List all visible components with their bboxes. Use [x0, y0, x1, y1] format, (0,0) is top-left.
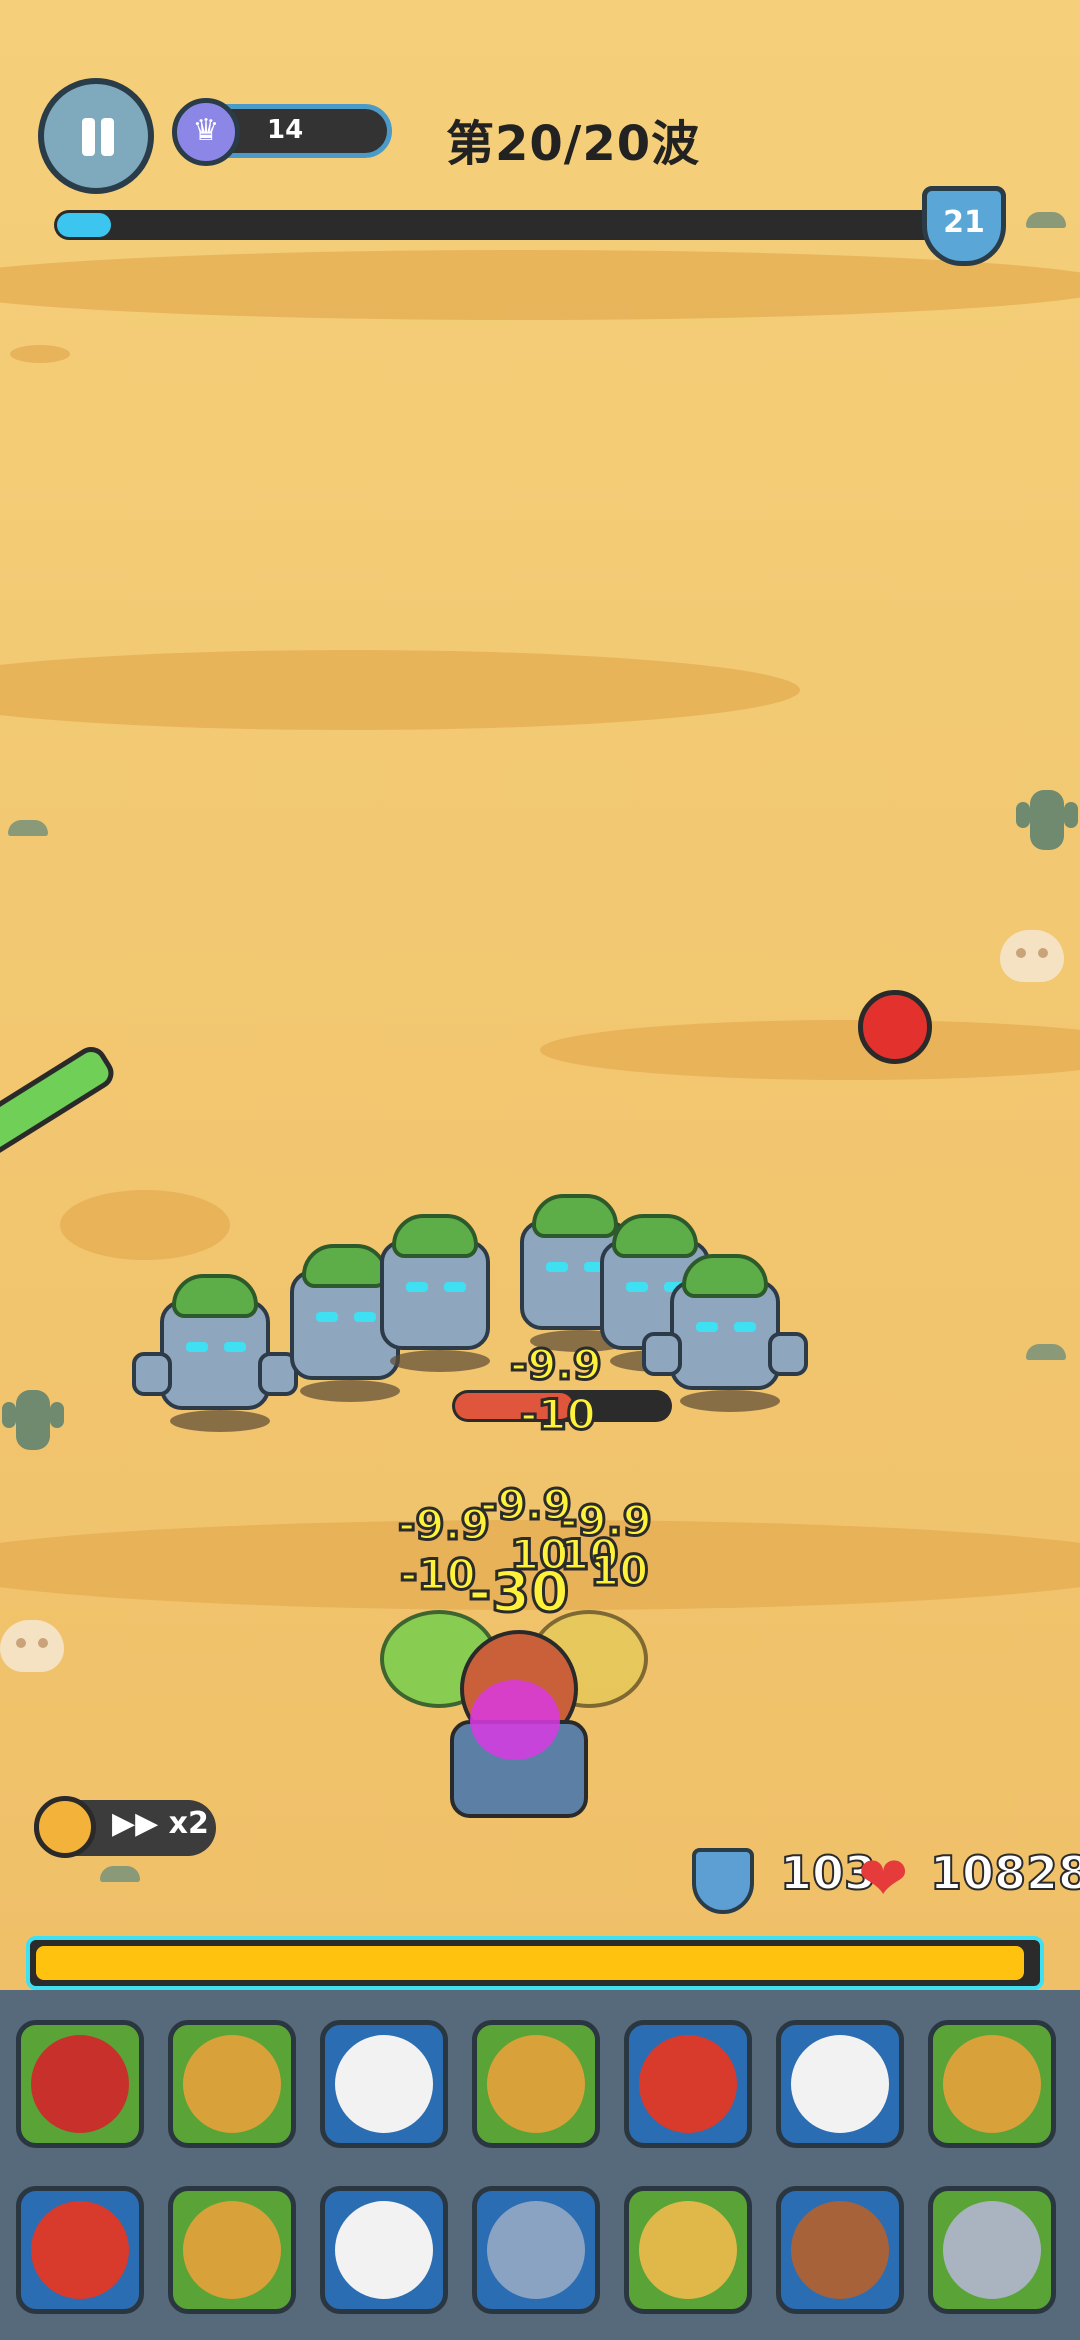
dune [10, 345, 70, 363]
damage-number: -10 [399, 1549, 478, 1601]
inventory-slot[interactable] [928, 2186, 1056, 2314]
hero-character [380, 1600, 648, 1820]
pause-button[interactable] [38, 78, 154, 194]
level-number: 21 [943, 205, 985, 240]
shield-icon [692, 1848, 754, 1914]
wave-progress-fill [57, 213, 111, 237]
dune [540, 1020, 1080, 1080]
level-badge: 21 [922, 186, 1006, 266]
inventory-slot[interactable] [16, 2020, 144, 2148]
inventory-slot[interactable] [776, 2186, 904, 2314]
speed-label: x2 [168, 1806, 209, 1841]
damage-number: -9.9 [479, 1479, 574, 1531]
potion-icon [31, 2035, 129, 2133]
inventory-slot[interactable] [320, 2020, 448, 2148]
robe-icon [31, 2201, 129, 2299]
heart-icon: ❤ [858, 1844, 909, 1914]
inventory-slot[interactable] [624, 2020, 752, 2148]
fast-forward-icon: ▶▶ [112, 1806, 159, 1841]
inventory-slot[interactable] [320, 2186, 448, 2314]
damage-number: -9.9 [509, 1339, 604, 1391]
inventory-slot[interactable] [168, 2020, 296, 2148]
inventory-slot[interactable] [168, 2186, 296, 2314]
shrub [1026, 212, 1066, 228]
dune [0, 250, 1080, 320]
cactus [2, 1390, 64, 1450]
wave-label: 第20/20波 [446, 116, 701, 172]
rock-golem-enemy [642, 1240, 808, 1412]
equipment-inventory [0, 1990, 1080, 2340]
inventory-slot[interactable] [16, 2186, 144, 2314]
shrub [1026, 1344, 1066, 1360]
round-shield-icon [335, 2035, 433, 2133]
experience-fill [36, 1946, 1025, 1980]
ring-icon [639, 2201, 737, 2299]
gold-armor-icon [487, 2035, 585, 2133]
inventory-slot[interactable] [624, 2186, 752, 2314]
inventory-slot[interactable] [776, 2020, 904, 2148]
inventory-slot[interactable] [472, 2186, 600, 2314]
damage-number: -10 [519, 1389, 598, 1441]
inventory-slot[interactable] [928, 2020, 1056, 2148]
silver-ring-icon [943, 2201, 1041, 2299]
skull [1000, 930, 1064, 982]
cactus [1016, 790, 1078, 850]
crown-icon: ♛ [172, 98, 240, 166]
wooden-shield-icon [791, 2201, 889, 2299]
skull [0, 1620, 64, 1672]
steel-shield-icon [487, 2201, 585, 2299]
gold-armor-icon [183, 2035, 281, 2133]
damage-number: -9.9 [397, 1499, 492, 1551]
rock-golem-enemy [132, 1260, 298, 1432]
shrub [8, 820, 48, 836]
damage-number: 10 [588, 1545, 649, 1597]
red-potion-pickup[interactable] [858, 990, 932, 1064]
rock-golem-enemy [360, 1200, 510, 1372]
round-shield-icon [335, 2201, 433, 2299]
health-value: 10828 [929, 1845, 1080, 1901]
experience-bar [26, 1936, 1044, 1990]
robe-icon [639, 2035, 737, 2133]
clock-icon [34, 1796, 96, 1858]
inventory-slot[interactable] [472, 2020, 600, 2148]
gold-armor-icon [943, 2035, 1041, 2133]
wave-progress-bar [54, 210, 954, 240]
dune [60, 1190, 230, 1260]
round-shield-icon [791, 2035, 889, 2133]
dune [0, 650, 800, 730]
crown-count: 14 [267, 115, 304, 145]
speed-label-wrap: ▶▶ x2 [112, 1806, 209, 1841]
shrub [100, 1866, 140, 1882]
gold-armor-icon [183, 2201, 281, 2299]
